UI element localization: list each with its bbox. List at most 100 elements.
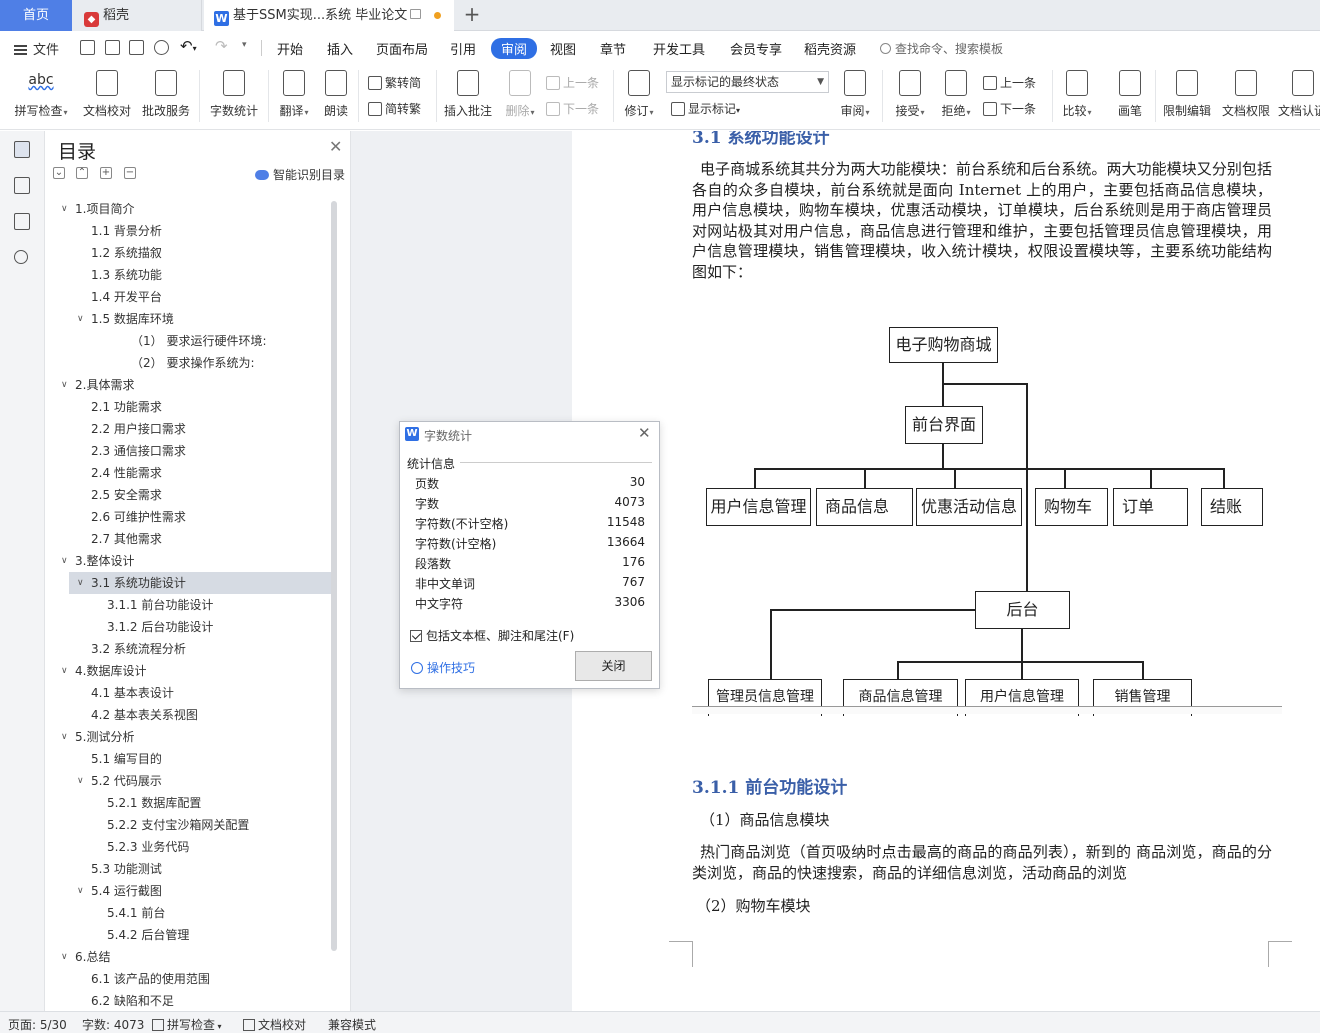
document-page[interactable]: 3.1 系统功能设计 电子商城系统其共分为两大功能模块：前台系统和后台系统。两大… <box>572 131 1320 1011</box>
restrict-edit-button[interactable]: 限制编辑 <box>1160 70 1214 119</box>
toc-item[interactable]: ∨ 5.测试分析 <box>45 726 335 748</box>
toc-item[interactable]: 2.2 用户接口需求 <box>45 418 335 440</box>
next-comment-button[interactable]: 下一条 <box>546 100 599 117</box>
menu-page-layout[interactable]: 页面布局 <box>376 39 428 58</box>
save-icon[interactable] <box>80 40 95 55</box>
toc-item[interactable]: ∨ 5.2 代码展示 <box>45 770 335 792</box>
file-menu[interactable]: 文件 <box>14 39 59 58</box>
translate-button[interactable]: 翻译▾ <box>276 70 312 119</box>
toc-item[interactable]: 2.7 其他需求 <box>45 528 335 550</box>
menu-view[interactable]: 视图 <box>550 39 576 58</box>
next-change-button[interactable]: 下一条 <box>983 100 1036 117</box>
qat-more-icon[interactable]: ▾ <box>242 40 247 50</box>
toc-item[interactable]: （2） 要求操作系统为: <box>45 352 335 374</box>
toc-item[interactable]: 3.1.2 后台功能设计 <box>45 616 335 638</box>
markup-mode-select[interactable]: 显示标记的最终状态 ▼ <box>666 71 829 93</box>
remove-level-icon[interactable]: − <box>124 167 136 179</box>
batch-service-button[interactable]: 批改服务 <box>139 70 193 119</box>
chapter-nav-icon[interactable] <box>14 177 30 194</box>
simp-to-trad-button[interactable]: 简转繁 <box>368 100 421 117</box>
reject-button[interactable]: 拒绝▾ <box>936 70 976 119</box>
tips-link[interactable]: 操作技巧 <box>411 659 475 676</box>
chevron-down-icon[interactable]: ∨ <box>61 374 68 396</box>
toc-item[interactable]: 6.1 该产品的使用范围 <box>45 968 335 990</box>
toc-item[interactable]: 4.1 基本表设计 <box>45 682 335 704</box>
include-textbox-checkbox[interactable]: 包括文本框、脚注和尾注(F) <box>410 627 574 644</box>
prev-change-button[interactable]: 上一条 <box>983 74 1036 91</box>
review-pane-button[interactable]: 审阅▾ <box>836 70 874 119</box>
insert-comment-button[interactable]: 插入批注 <box>442 70 494 119</box>
toc-item[interactable]: ∨ 3.1 系统功能设计 <box>69 572 335 594</box>
toc-item[interactable]: 5.4.1 前台 <box>45 902 335 924</box>
delete-comment-button[interactable]: 删除▾ <box>500 70 540 119</box>
toc-item[interactable]: 1.4 开发平台 <box>45 286 335 308</box>
doc-certify-button[interactable]: 文档认证 <box>1278 70 1320 119</box>
close-icon[interactable]: ✕ <box>638 424 651 442</box>
toc-item[interactable]: 5.2.2 支付宝沙箱网关配置 <box>45 814 335 836</box>
menu-dev-tools[interactable]: 开发工具 <box>653 39 705 58</box>
monitor-icon[interactable] <box>410 9 421 19</box>
dialog-titlebar[interactable]: W 字数统计 ✕ <box>400 422 659 446</box>
chevron-down-icon[interactable]: ∨ <box>61 726 68 748</box>
chevron-down-icon[interactable]: ∨ <box>61 550 68 572</box>
compare-button[interactable]: 比较▾ <box>1058 70 1096 119</box>
toc-scrollbar[interactable] <box>331 201 337 951</box>
toc-item[interactable]: ∨ 6.总结 <box>45 946 335 968</box>
toc-item[interactable]: 2.1 功能需求 <box>45 396 335 418</box>
chevron-down-icon[interactable]: ∨ <box>61 946 68 968</box>
toc-item[interactable]: 3.1.1 前台功能设计 <box>45 594 335 616</box>
toc-item[interactable]: 5.2.3 业务代码 <box>45 836 335 858</box>
doc-permission-button[interactable]: 文档权限 <box>1219 70 1273 119</box>
prev-comment-button[interactable]: 上一条 <box>546 74 599 91</box>
menu-reference[interactable]: 引用 <box>450 39 476 58</box>
spell-check-status[interactable]: 拼写检查 ▾ <box>152 1016 222 1033</box>
toc-item[interactable]: 5.4.2 后台管理 <box>45 924 335 946</box>
menu-member[interactable]: 会员专享 <box>730 39 782 58</box>
toc-item[interactable]: 1.3 系统功能 <box>45 264 335 286</box>
chevron-down-icon[interactable]: ∨ <box>77 572 84 594</box>
toc-item[interactable]: ∨ 2.具体需求 <box>45 374 335 396</box>
toc-item[interactable]: ∨ 5.4 运行截图 <box>45 880 335 902</box>
word-count-button[interactable]: 字数统计 <box>207 70 261 119</box>
chevron-down-icon[interactable]: ∨ <box>61 198 68 220</box>
chevron-down-icon[interactable]: ∨ <box>77 880 84 902</box>
toc-item[interactable]: 2.3 通信接口需求 <box>45 440 335 462</box>
print-preview-icon[interactable] <box>154 40 169 55</box>
tab-home[interactable]: 首页 <box>0 0 72 31</box>
pen-button[interactable]: 画笔 <box>1112 70 1148 119</box>
toc-item[interactable]: （1） 要求运行硬件环境: <box>45 330 335 352</box>
close-icon[interactable]: ✕ <box>329 137 342 156</box>
toc-item[interactable]: 5.3 功能测试 <box>45 858 335 880</box>
find-icon[interactable] <box>14 250 28 264</box>
toc-item[interactable]: 1.2 系统描叙 <box>45 242 335 264</box>
toc-item[interactable]: 6.2 缺陷和不足 <box>45 990 335 1011</box>
toc-item[interactable]: ∨ 1.项目简介 <box>45 198 335 220</box>
toc-item[interactable]: 5.2.1 数据库配置 <box>45 792 335 814</box>
bookmark-icon[interactable] <box>14 213 30 230</box>
toc-item[interactable]: 2.4 性能需求 <box>45 462 335 484</box>
collapse-all-icon[interactable]: ⌃ <box>76 167 88 179</box>
toc-item[interactable]: 5.1 编写目的 <box>45 748 335 770</box>
checkbox-checked-icon[interactable] <box>410 630 422 642</box>
doc-proof-button[interactable]: 文档校对 <box>80 70 134 119</box>
track-changes-button[interactable]: 修订▾ <box>619 70 659 119</box>
toc-item[interactable]: 2.5 安全需求 <box>45 484 335 506</box>
expand-all-icon[interactable]: ⌄ <box>53 167 65 179</box>
toc-item[interactable]: ∨ 1.5 数据库环境 <box>45 308 335 330</box>
command-search[interactable]: 查找命令、搜索模板 <box>880 40 1003 57</box>
smart-toc-button[interactable]: 智能识别目录 <box>255 166 345 183</box>
print-icon[interactable] <box>129 40 144 55</box>
chevron-down-icon[interactable]: ∨ <box>77 770 84 792</box>
page-indicator[interactable]: 页面: 5/30 <box>8 1016 67 1033</box>
toc-item[interactable]: 3.2 系统流程分析 <box>45 638 335 660</box>
trad-to-simp-button[interactable]: 繁转简 <box>368 74 421 91</box>
toc-panel-icon[interactable] <box>14 141 30 158</box>
menu-start[interactable]: 开始 <box>277 39 303 58</box>
show-markup-button[interactable]: 显示标记▾ <box>671 100 740 117</box>
add-level-icon[interactable]: + <box>100 167 112 179</box>
accept-button[interactable]: 接受▾ <box>890 70 930 119</box>
redo-icon[interactable]: ↷ <box>215 37 228 55</box>
close-button[interactable]: 关闭 <box>575 651 652 681</box>
menu-insert[interactable]: 插入 <box>327 39 353 58</box>
menu-review[interactable]: 审阅 <box>491 38 538 59</box>
